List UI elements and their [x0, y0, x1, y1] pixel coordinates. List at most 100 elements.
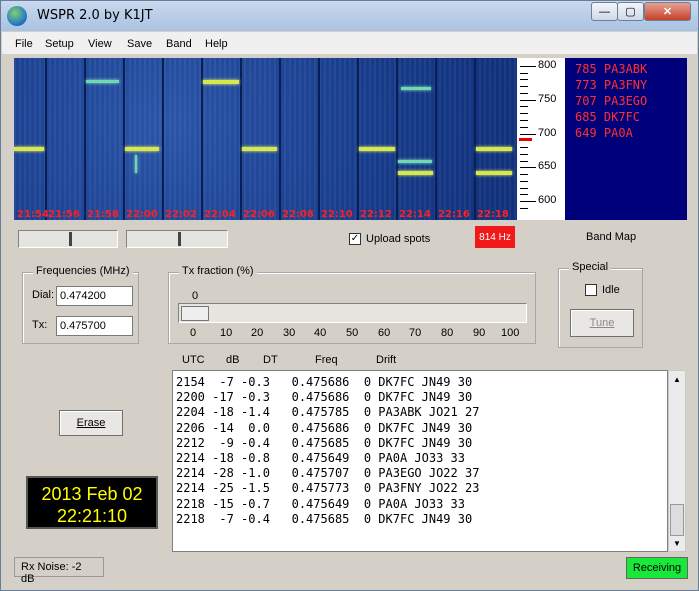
log-row: 2154 -7 -0.3 0.475686 0 DK7FC JN49 30	[176, 375, 473, 389]
scale-tick	[520, 147, 528, 148]
scale-tick	[520, 106, 528, 107]
band-map-entry: 785 PA3ABK	[575, 62, 648, 76]
scale-tick	[520, 154, 528, 155]
menu-setup[interactable]: Setup	[45, 38, 74, 50]
scale-tick	[520, 113, 528, 114]
main-area: 21:54 21:56 21:58 22:00 22:02 22:04 22:0…	[2, 54, 697, 590]
title-bar: WSPR 2.0 by K1JT — ▢ ✕	[1, 1, 698, 31]
scale-tick	[520, 120, 528, 121]
menu-band[interactable]: Band	[166, 38, 192, 50]
tune-button[interactable]: Tune	[570, 309, 634, 337]
slider-thumb[interactable]	[178, 232, 181, 246]
window-title: WSPR 2.0 by K1JT	[37, 8, 153, 23]
log-row: 2218 -15 -0.7 0.475649 0 PA0A JO33 33	[176, 496, 465, 511]
frequencies-group: Frequencies (MHz) Dial: 0.474200 Tx: 0.4…	[22, 265, 139, 344]
band-map-label: Band Map	[586, 231, 637, 243]
scale-label: 50	[346, 327, 359, 339]
freq-label: 700	[538, 127, 557, 139]
waterfall-divider	[435, 58, 437, 220]
scroll-thumb[interactable]	[670, 504, 684, 536]
decode-log[interactable]: 2154 -7 -0.3 0.475686 0 DK7FC JN49 30 22…	[172, 370, 668, 552]
signal-trace	[86, 80, 119, 83]
time-label: 22:16	[438, 209, 470, 220]
log-row: 2212 -9 -0.4 0.475685 0 DK7FC JN49 30	[176, 435, 473, 450]
signal-trace	[203, 80, 239, 84]
idle-checkbox[interactable]	[585, 284, 597, 296]
freq-label: 800	[538, 59, 557, 71]
time-label: 21:56	[48, 209, 80, 220]
scale-label: 90	[473, 327, 486, 339]
upload-spots-label: Upload spots	[366, 233, 431, 245]
waterfall-divider	[279, 58, 281, 220]
header-drift: Drift	[376, 354, 397, 366]
scale-tick	[520, 79, 528, 80]
tx-fraction-slider[interactable]	[178, 303, 527, 323]
scroll-up-icon[interactable]: ▲	[669, 371, 685, 387]
signal-trace	[135, 155, 137, 173]
signal-trace	[476, 171, 512, 175]
menu-view[interactable]: View	[88, 38, 112, 50]
waterfall-divider	[162, 58, 164, 220]
special-group: Special Idle Tune	[558, 261, 643, 348]
scale-tick	[520, 181, 528, 182]
time-label: 22:04	[204, 209, 236, 220]
scale-tick	[520, 194, 528, 195]
scroll-down-icon[interactable]: ▼	[669, 535, 685, 551]
scale-label: 100	[501, 327, 520, 339]
freq-label: 750	[538, 93, 557, 105]
header-freq: Freq	[315, 354, 338, 366]
slider-thumb[interactable]	[69, 232, 72, 246]
scale-tick	[520, 127, 528, 128]
signal-trace	[398, 171, 433, 175]
time-label: 22:18	[477, 209, 509, 220]
band-map-entry: 649 PA0A	[575, 126, 633, 140]
scale-label: 20	[251, 327, 264, 339]
minimize-button[interactable]: —	[591, 2, 618, 21]
time-label: 22:10	[321, 209, 353, 220]
band-map-entry: 685 DK7FC	[575, 110, 641, 124]
clock-date: 2013 Feb 02	[41, 484, 143, 504]
header-utc: UTC	[182, 354, 205, 366]
scale-tick	[520, 66, 536, 67]
log-scrollbar[interactable]: ▲ ▼	[668, 370, 686, 552]
dial-label: Dial:	[32, 289, 55, 301]
log-row: 2204 -18 -1.4 0.475785 0 PA3ABK JO21 27	[176, 405, 480, 420]
log-row: 2214 -28 -1.0 0.475707 0 PA3EGO JO22 37	[176, 466, 480, 481]
time-label: 22:02	[165, 209, 197, 220]
band-map-entry: 773 PA3FNY	[575, 78, 648, 92]
close-button[interactable]: ✕	[644, 2, 691, 21]
dial-frequency-field[interactable]: 0.474200	[56, 286, 133, 306]
scale-label: 30	[283, 327, 296, 339]
scale-tick	[520, 174, 528, 175]
scale-tick	[520, 208, 528, 209]
time-label: 21:58	[87, 209, 119, 220]
upload-spots-checkbox[interactable]: ✓	[349, 233, 361, 245]
menu-help[interactable]: Help	[205, 38, 228, 50]
scale-tick	[520, 93, 528, 94]
waterfall-divider	[123, 58, 125, 220]
band-map-panel: 785 PA3ABK 773 PA3FNY 707 PA3EGO 685 DK7…	[565, 58, 687, 220]
waterfall-display[interactable]: 21:54 21:56 21:58 22:00 22:02 22:04 22:0…	[14, 58, 517, 220]
scale-tick	[520, 100, 536, 101]
maximize-button[interactable]: ▢	[617, 2, 644, 21]
menu-file[interactable]: File	[15, 38, 33, 50]
erase-button[interactable]: Erase	[59, 410, 123, 436]
signal-trace	[359, 147, 395, 151]
frequencies-title: Frequencies (MHz)	[33, 265, 133, 277]
tx-frequency-field[interactable]: 0.475700	[56, 316, 133, 336]
freq-label: 600	[538, 194, 557, 206]
menu-save[interactable]: Save	[127, 38, 152, 50]
clock-time: 22:21:10	[56, 506, 128, 526]
time-label: 22:08	[282, 209, 314, 220]
contrast-slider[interactable]	[126, 230, 228, 248]
brightness-slider[interactable]	[18, 230, 118, 248]
status-bar: Rx Noise: -2 dB Receiving	[2, 554, 697, 590]
scale-tick	[520, 161, 528, 162]
scale-label: 0	[190, 327, 197, 339]
log-row: 2218 -7 -0.4 0.475685 0 DK7FC JN49 30	[176, 511, 473, 526]
header-dt: DT	[263, 354, 278, 366]
rx-noise-indicator: Rx Noise: -2 dB	[14, 557, 104, 585]
scale-label: 60	[378, 327, 391, 339]
slider-thumb[interactable]	[181, 306, 209, 321]
scale-tick	[520, 73, 528, 74]
